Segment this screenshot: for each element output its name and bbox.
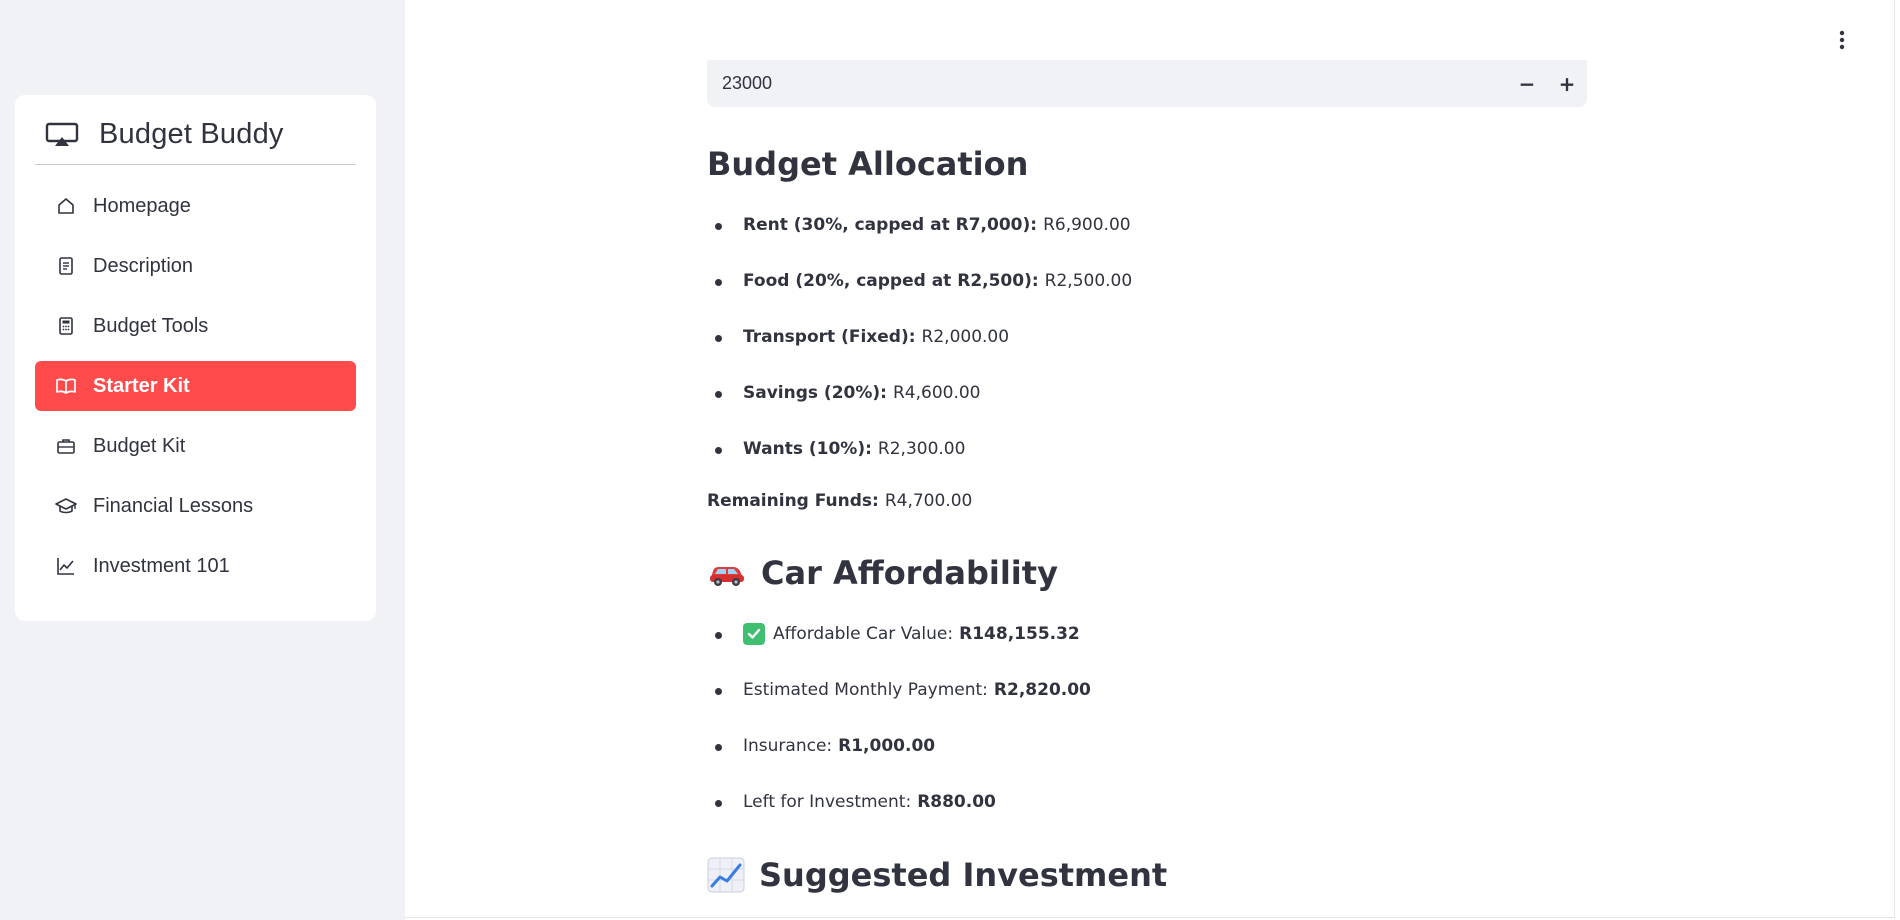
item-value: R2,500.00 [1044, 271, 1133, 291]
remaining-funds-value: R4,700.00 [884, 491, 973, 511]
income-input[interactable] [707, 62, 1507, 105]
nav-item-label: Budget Kit [93, 434, 186, 457]
budget-allocation-heading-text: Budget Allocation [707, 145, 1029, 183]
nav-item-starter-kit[interactable]: Starter Kit [35, 361, 356, 411]
budget-allocation-heading: Budget Allocation [707, 142, 1028, 186]
app-root: Budget Buddy Homepage Description Budget… [0, 0, 1900, 920]
item-value: R6,900.00 [1043, 215, 1131, 235]
item-value: R2,000.00 [921, 327, 1010, 347]
main-content: − + Budget Allocation Rent (30%, capped … [405, 0, 1895, 918]
item-value: R2,820.00 [993, 680, 1091, 700]
item-label: Savings (20%): [743, 383, 887, 403]
item-value: R4,600.00 [892, 383, 981, 403]
decrement-button[interactable]: − [1507, 64, 1547, 104]
car-affordability-heading-text: Car Affordability [761, 554, 1058, 592]
remaining-funds: Remaining Funds: R4,700.00 [707, 487, 972, 515]
car-affordability-list: Affordable Car Value: R148,155.32 Estima… [707, 606, 1587, 830]
item-label: Food (20%, capped at R2,500): [743, 271, 1039, 291]
brand-header: Budget Buddy [35, 105, 356, 165]
document-icon [55, 255, 77, 277]
item-label: Affordable Car Value: [773, 624, 954, 644]
nav-menu-card: Budget Buddy Homepage Description Budget… [15, 95, 376, 621]
item-value: R2,300.00 [877, 439, 966, 459]
home-icon [55, 195, 77, 217]
item-label: Transport (Fixed): [743, 327, 916, 347]
calculator-icon [55, 315, 77, 337]
increment-button[interactable]: + [1547, 64, 1587, 104]
list-item: Rent (30%, capped at R7,000): R6,900.00 [707, 197, 1587, 253]
nav-item-budget-kit[interactable]: Budget Kit [35, 421, 356, 471]
nav-item-financial-lessons[interactable]: Financial Lessons [35, 481, 356, 531]
list-item: Savings (20%): R4,600.00 [707, 365, 1587, 421]
nav-item-label: Homepage [93, 194, 191, 217]
nav-list: Homepage Description Budget Tools Starte… [35, 181, 356, 601]
nav-item-description[interactable]: Description [35, 241, 356, 291]
item-label: Insurance: [743, 736, 833, 756]
list-item: Insurance: R1,000.00 [707, 718, 1587, 774]
item-value: R1,000.00 [838, 736, 936, 756]
chart-increasing-icon [707, 857, 745, 893]
airplay-icon [45, 121, 79, 149]
income-number-input: − + [707, 60, 1587, 107]
item-value: R148,155.32 [959, 624, 1080, 644]
budget-allocation-list: Rent (30%, capped at R7,000): R6,900.00 F… [707, 197, 1587, 477]
nav-item-label: Description [93, 254, 194, 277]
list-item: Transport (Fixed): R2,000.00 [707, 309, 1587, 365]
item-value: R880.00 [917, 792, 996, 812]
nav-item-homepage[interactable]: Homepage [35, 181, 356, 231]
nav-item-investment-101[interactable]: Investment 101 [35, 541, 356, 591]
list-item: Affordable Car Value: R148,155.32 [707, 606, 1587, 662]
nav-item-label: Investment 101 [93, 554, 230, 577]
suggested-investment-heading-text: Suggested Investment [759, 856, 1168, 894]
line-chart-icon [55, 555, 77, 577]
item-label: Rent (30%, capped at R7,000): [743, 215, 1038, 235]
item-label: Wants (10%): [743, 439, 872, 459]
car-emoji-icon [707, 558, 747, 588]
remaining-funds-label: Remaining Funds: [707, 491, 879, 511]
nav-item-label: Starter Kit [93, 374, 190, 397]
list-item: Food (20%, capped at R2,500): R2,500.00 [707, 253, 1587, 309]
briefcase-icon [55, 435, 77, 457]
sidebar: Budget Buddy Homepage Description Budget… [0, 0, 405, 920]
check-mark-icon [743, 623, 765, 645]
car-affordability-heading: Car Affordability [707, 551, 1058, 595]
nav-item-label: Financial Lessons [93, 494, 254, 517]
nav-item-budget-tools[interactable]: Budget Tools [35, 301, 356, 351]
list-item: Estimated Monthly Payment: R2,820.00 [707, 662, 1587, 718]
list-item: Wants (10%): R2,300.00 [707, 421, 1587, 477]
book-icon [55, 375, 77, 397]
list-item: Left for Investment: R880.00 [707, 774, 1587, 830]
graduation-cap-icon [55, 495, 77, 517]
brand-title: Budget Buddy [99, 118, 284, 150]
more-options-icon[interactable] [1830, 28, 1854, 52]
suggested-investment-heading: Suggested Investment [707, 853, 1167, 897]
item-label: Left for Investment: [743, 792, 912, 812]
nav-item-label: Budget Tools [93, 314, 209, 337]
item-label: Estimated Monthly Payment: [743, 680, 988, 700]
